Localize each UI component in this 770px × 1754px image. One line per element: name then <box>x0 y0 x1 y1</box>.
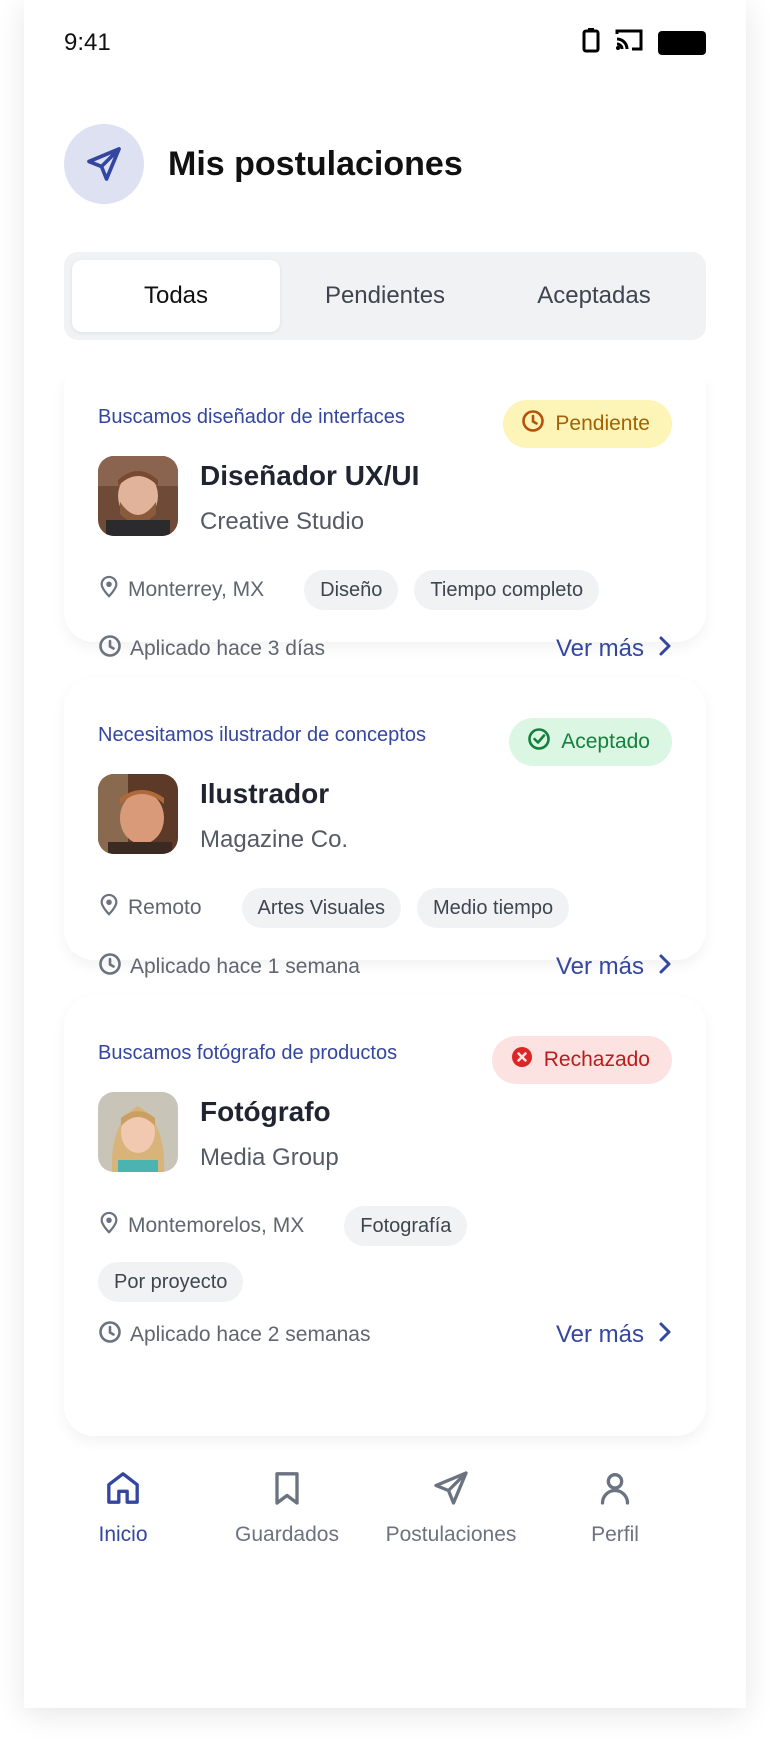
job-title: Ilustrador <box>200 778 330 809</box>
applied-time: Aplicado hace 3 días <box>98 634 325 664</box>
applications-list: Buscamos diseñador de interfaces Pendien… <box>24 380 746 1450</box>
chevron-right-icon <box>658 635 672 664</box>
home-icon <box>103 1468 143 1513</box>
status-icons <box>582 27 706 58</box>
meta-row: Monterrey, MX Diseño Tiempo completo <box>98 570 672 610</box>
nav-label: Guardados <box>235 1523 339 1546</box>
tag-chip: Artes Visuales <box>241 888 402 928</box>
card-footer: Aplicado hace 1 semana Ver más <box>98 952 672 982</box>
company-name: Magazine Co. <box>200 826 349 853</box>
tab-todas[interactable]: Todas <box>72 260 280 332</box>
applied-time: Aplicado hace 1 semana <box>98 952 360 982</box>
nav-label: Postulaciones <box>385 1523 517 1546</box>
ver-mas-label: Ver más <box>555 1321 644 1348</box>
tag-chip: Fotografía <box>344 1206 468 1246</box>
bookmark-icon <box>267 1468 307 1513</box>
phone-screen: 9:41 Mis postulaciones Todas Pendientes … <box>24 0 746 1708</box>
job-title: Diseñador UX/UI <box>200 460 420 491</box>
check-circle-icon <box>527 727 551 757</box>
clock-icon <box>521 409 545 439</box>
location: Monterrey, MX <box>98 570 264 610</box>
status-label: Rechazado <box>543 1048 650 1071</box>
nav-label: Perfil <box>591 1523 639 1546</box>
clock-icon <box>98 634 122 664</box>
bottom-nav: Inicio Guardados Postulaciones Perfil <box>24 1450 746 1570</box>
nav-item-postulaciones[interactable]: Postulaciones <box>366 1468 536 1547</box>
page-header: Mis postulaciones <box>64 124 463 204</box>
location: Montemorelos, MX <box>98 1206 304 1246</box>
application-card[interactable]: Necesitamos ilustrador de conceptos Acep… <box>64 678 706 980</box>
avatar <box>98 456 178 536</box>
status-label: Aceptado <box>561 730 650 753</box>
battery-icon <box>658 30 706 55</box>
status-badge: Aceptado <box>509 718 672 766</box>
clock-icon <box>98 1320 122 1350</box>
location-text: Montemorelos, MX <box>128 1214 305 1237</box>
send-icon <box>64 124 144 204</box>
company-name: Creative Studio <box>200 508 365 535</box>
cast-icon <box>614 27 644 58</box>
status-badge: Pendiente <box>503 400 672 448</box>
ver-mas-button[interactable]: Ver más <box>556 1321 672 1350</box>
tab-aceptadas[interactable]: Aceptadas <box>490 260 698 332</box>
page-title: Mis postulaciones <box>168 144 463 183</box>
applied-text: Aplicado hace 3 días <box>130 637 325 660</box>
location-pin-icon <box>98 893 120 923</box>
card-tagline: Necesitamos ilustrador de conceptos <box>98 724 426 746</box>
tab-pendientes[interactable]: Pendientes <box>281 260 489 332</box>
status-filter-tabs: Todas Pendientes Aceptadas <box>64 252 706 340</box>
location-pin-icon <box>98 1211 120 1241</box>
status-time: 9:41 <box>64 29 111 56</box>
applied-time: Aplicado hace 2 semanas <box>98 1320 371 1350</box>
card-tagline: Buscamos fotógrafo de productos <box>98 1042 398 1064</box>
location-text: Remoto <box>128 896 202 919</box>
tag-chip: Diseño <box>304 570 399 610</box>
chevron-right-icon <box>658 1321 672 1350</box>
application-card[interactable]: Buscamos diseñador de interfaces Pendien… <box>64 380 706 662</box>
applied-text: Aplicado hace 1 semana <box>130 955 360 978</box>
meta-row: Remoto Artes Visuales Medio tiempo <box>98 888 672 928</box>
status-badge: Rechazado <box>491 1036 672 1084</box>
job-title: Fotógrafo <box>200 1096 331 1127</box>
card-tagline: Buscamos diseñador de interfaces <box>98 406 405 428</box>
avatar <box>98 1092 178 1172</box>
phone-icon <box>582 27 600 58</box>
card-footer: Aplicado hace 3 días Ver más <box>98 634 672 664</box>
ver-mas-label: Ver más <box>555 635 644 662</box>
applied-text: Aplicado hace 2 semanas <box>130 1323 371 1346</box>
meta-row: Montemorelos, MX Fotografía Por proyecto <box>98 1206 672 1302</box>
status-label: Pendiente <box>555 412 650 435</box>
nav-item-inicio[interactable]: Inicio <box>38 1468 208 1547</box>
location: Remoto <box>98 888 202 928</box>
application-card[interactable]: Buscamos fotógrafo de productos Rechazad… <box>64 996 706 1436</box>
card-footer: Aplicado hace 2 semanas Ver más <box>98 1320 672 1350</box>
x-circle-icon <box>510 1045 534 1075</box>
status-bar: 9:41 <box>24 0 746 90</box>
tag-chip: Medio tiempo <box>417 888 570 928</box>
ver-mas-button[interactable]: Ver más <box>556 635 672 664</box>
tag-chip: Por proyecto <box>98 1262 244 1302</box>
user-icon <box>595 1468 635 1513</box>
location-pin-icon <box>98 575 120 605</box>
nav-item-perfil[interactable]: Perfil <box>530 1468 700 1547</box>
nav-label: Inicio <box>98 1523 148 1546</box>
nav-item-guardados[interactable]: Guardados <box>202 1468 372 1547</box>
avatar <box>98 774 178 854</box>
chevron-right-icon <box>658 953 672 982</box>
tag-chip: Tiempo completo <box>414 570 600 610</box>
clock-icon <box>98 952 122 982</box>
company-name: Media Group <box>200 1144 339 1171</box>
location-text: Monterrey, MX <box>128 578 265 601</box>
ver-mas-label: Ver más <box>555 953 644 980</box>
ver-mas-button[interactable]: Ver más <box>556 953 672 982</box>
send-icon <box>431 1468 471 1513</box>
